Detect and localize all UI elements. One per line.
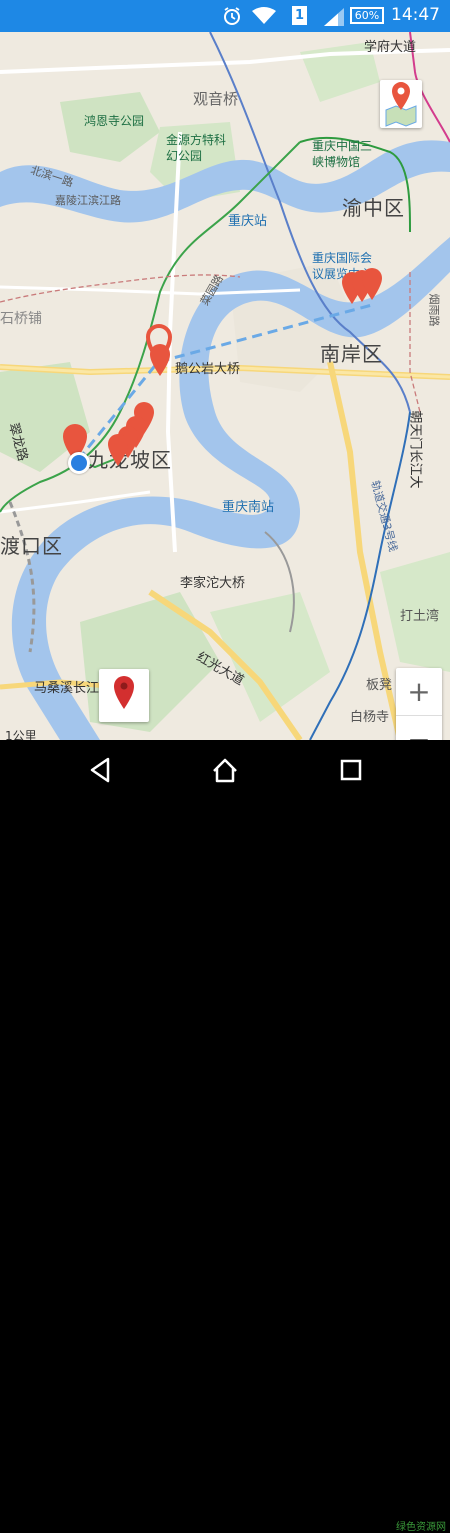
zoom-in-button[interactable]: + xyxy=(396,668,442,716)
place-label-baiyangsi: 白杨寺 xyxy=(350,710,390,725)
current-location-dot xyxy=(68,452,90,474)
marker-pin-egongyan-2[interactable] xyxy=(148,342,172,378)
signal-icon xyxy=(324,8,344,26)
road-label-xuefu: 朝天门长江大 xyxy=(407,410,423,489)
area-label-shiqiaopu: 石桥铺 xyxy=(0,311,42,327)
watermark: 绿色资源网 xyxy=(396,1522,446,1533)
district-label-yuzhong: 渝中区 xyxy=(342,196,405,220)
place-label-datuwan: 打土湾 xyxy=(400,609,440,624)
district-label-nanan: 南岸区 xyxy=(320,342,383,366)
back-icon[interactable] xyxy=(86,755,116,785)
marker-group-jiulongpo[interactable] xyxy=(100,394,160,470)
wifi-icon xyxy=(252,7,276,24)
road-label-chaotianmen: 学府大道 xyxy=(364,40,417,55)
road-label-masangxi: 马桑溪长江 xyxy=(34,681,100,696)
area-label-guanyinqiao: 观音桥 xyxy=(193,90,239,108)
map-scale: 1公里 xyxy=(5,727,47,740)
map-pin-layer-icon xyxy=(385,82,417,127)
marker-group-expo[interactable] xyxy=(340,264,390,310)
battery-icon: 60% xyxy=(350,7,384,24)
zoom-controls: + − xyxy=(396,668,442,740)
poi-label-jinyuan: 金源方特科幻公园 xyxy=(166,133,227,163)
sim-label: 1 xyxy=(294,8,305,23)
station-label-chongqing: 重庆站 xyxy=(228,214,268,229)
my-location-button[interactable] xyxy=(99,669,149,722)
map-layer-button[interactable] xyxy=(380,80,422,128)
station-label-chongqing-south: 重庆南站 xyxy=(222,500,275,515)
alarm-icon xyxy=(224,7,240,25)
poi-label-museum: 重庆中国三峡博物馆 xyxy=(312,139,373,169)
poi-label-hongensi: 鸿恩寺公园 xyxy=(84,114,145,128)
scale-label: 1公里 xyxy=(5,729,37,740)
bridge-label-egongyan: 鹅公岩大桥 xyxy=(175,362,241,377)
map-pin-icon xyxy=(114,676,134,709)
map-view[interactable]: 学府大道 观音桥 鸿恩寺公园 金源方特科幻公园 重庆中国三峡博物馆 北滨一路 嘉… xyxy=(0,32,450,740)
district-label-dukou: 渡口区 xyxy=(0,534,63,558)
home-icon[interactable] xyxy=(210,755,240,785)
road-label-jialing: 嘉陵江滨江路 xyxy=(55,194,121,207)
zoom-out-button[interactable]: − xyxy=(396,716,442,740)
place-label-bandeng: 板凳 xyxy=(366,678,393,693)
road-label-yanyu: 烟雨路 xyxy=(427,293,441,327)
status-time: 14:47 xyxy=(391,5,440,25)
status-bar: 1 60% 14:47 xyxy=(0,0,450,32)
sim-icon: 1 xyxy=(292,6,307,25)
nav-bar: 绿色资源网 xyxy=(0,740,450,1533)
battery-label: 60% xyxy=(354,9,380,22)
bridge-label-lijiatuo: 李家沱大桥 xyxy=(180,576,246,591)
recents-icon[interactable] xyxy=(336,755,366,785)
